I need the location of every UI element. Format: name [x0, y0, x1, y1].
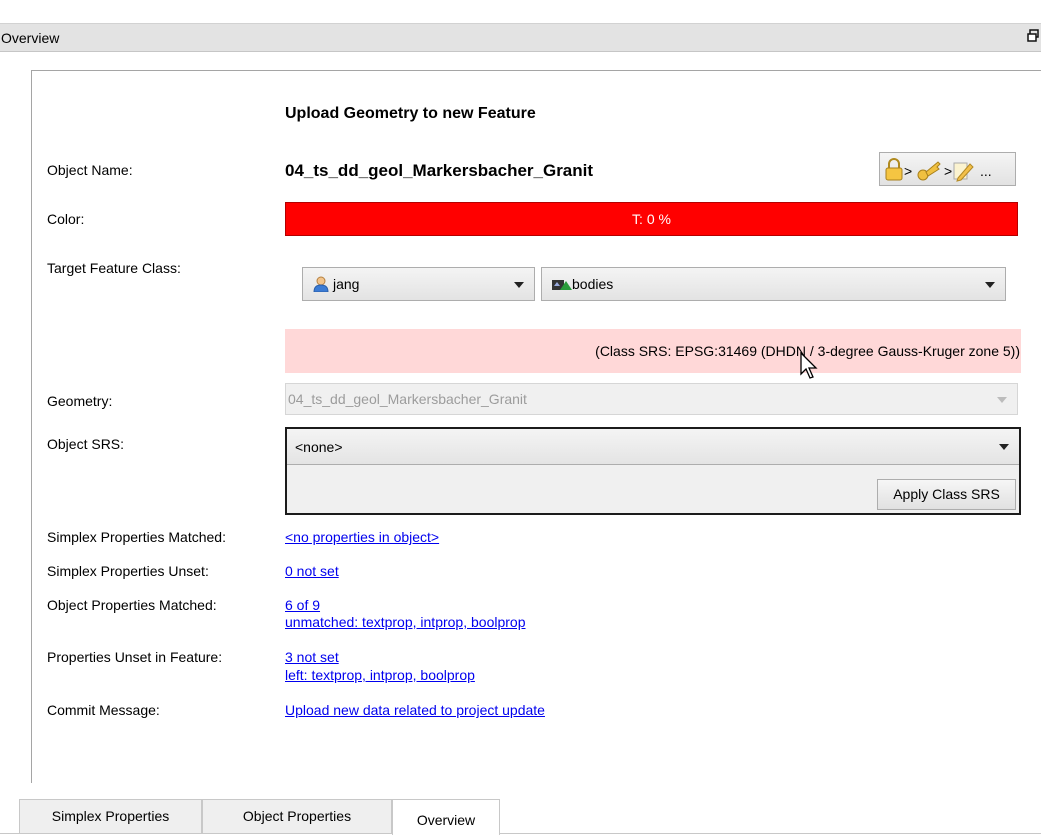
- simplex-unset-link[interactable]: 0 not set: [285, 563, 339, 579]
- svg-text:>: >: [904, 163, 912, 179]
- simplex-unset-label: Simplex Properties Unset:: [47, 563, 209, 579]
- props-left-link[interactable]: left: textprop, intprop, boolprop: [285, 667, 475, 683]
- object-name-label: Object Name:: [47, 162, 133, 178]
- geometry-combo: 04_ts_dd_geol_Markersbacher_Granit: [285, 383, 1018, 415]
- object-matched-label: Object Properties Matched:: [47, 597, 217, 613]
- commit-message-label: Commit Message:: [47, 702, 160, 718]
- props-unset-label: Properties Unset in Feature:: [47, 649, 223, 665]
- user-combo[interactable]: jang: [302, 267, 535, 301]
- object-srs-value: <none>: [295, 439, 343, 455]
- object-name-value: 04_ts_dd_geol_Markersbacher_Granit: [285, 161, 594, 180]
- folder-icon: [552, 280, 572, 290]
- tab-object-properties[interactable]: Object Properties: [202, 799, 392, 833]
- feature-class-combo[interactable]: bodies: [541, 267, 1006, 301]
- tab-divider: [0, 833, 1041, 834]
- lock-key-edit-button[interactable]: > > ...: [879, 152, 1016, 186]
- tab-overview[interactable]: Overview: [392, 799, 500, 835]
- svg-text:>: >: [944, 163, 952, 179]
- object-srs-label: Object SRS:: [47, 436, 125, 452]
- panel-title: Overview: [1, 30, 60, 46]
- mouse-cursor-icon: [800, 352, 818, 379]
- dropdown-arrow-icon: [997, 397, 1007, 403]
- feature-class-value: bodies: [572, 276, 614, 292]
- object-srs-combo[interactable]: <none>: [287, 429, 1019, 465]
- dropdown-arrow-icon: [999, 444, 1009, 450]
- ellipsis-text: ...: [980, 163, 992, 179]
- restore-icon[interactable]: [1027, 29, 1039, 43]
- color-label: Color:: [47, 211, 85, 227]
- tab-simplex-properties[interactable]: Simplex Properties: [19, 799, 202, 833]
- object-matched-link[interactable]: 6 of 9: [285, 597, 320, 613]
- geometry-label: Geometry:: [47, 393, 113, 409]
- object-unmatched-link[interactable]: unmatched: textprop, intprop, boolprop: [285, 614, 526, 630]
- simplex-matched-label: Simplex Properties Matched:: [47, 529, 226, 545]
- commit-message-link[interactable]: Upload new data related to project updat…: [285, 702, 545, 718]
- props-unset-link[interactable]: 3 not set: [285, 649, 339, 665]
- lock-icon: [885, 158, 903, 181]
- class-srs-banner: (Class SRS: EPSG:31469 (DHDN / 3-degree …: [285, 329, 1021, 373]
- page-heading: Upload Geometry to new Feature: [285, 105, 536, 122]
- geometry-value: 04_ts_dd_geol_Markersbacher_Granit: [288, 391, 527, 407]
- simplex-matched-link[interactable]: <no properties in object>: [285, 529, 439, 545]
- dropdown-arrow-icon: [514, 282, 524, 288]
- target-feature-class-label: Target Feature Class:: [47, 260, 181, 276]
- user-combo-value: jang: [333, 276, 360, 292]
- apply-class-srs-button[interactable]: Apply Class SRS: [877, 479, 1016, 510]
- dropdown-arrow-icon: [985, 282, 995, 288]
- key-icon: [917, 161, 941, 181]
- user-icon: [313, 276, 329, 292]
- object-srs-box: <none> Apply Class SRS: [285, 427, 1021, 515]
- panel-titlebar: Overview: [0, 23, 1041, 52]
- color-bar[interactable]: T: 0 %: [285, 202, 1018, 236]
- lock-key-edit-icons: > > ...: [885, 158, 992, 182]
- edit-icon: [953, 162, 974, 182]
